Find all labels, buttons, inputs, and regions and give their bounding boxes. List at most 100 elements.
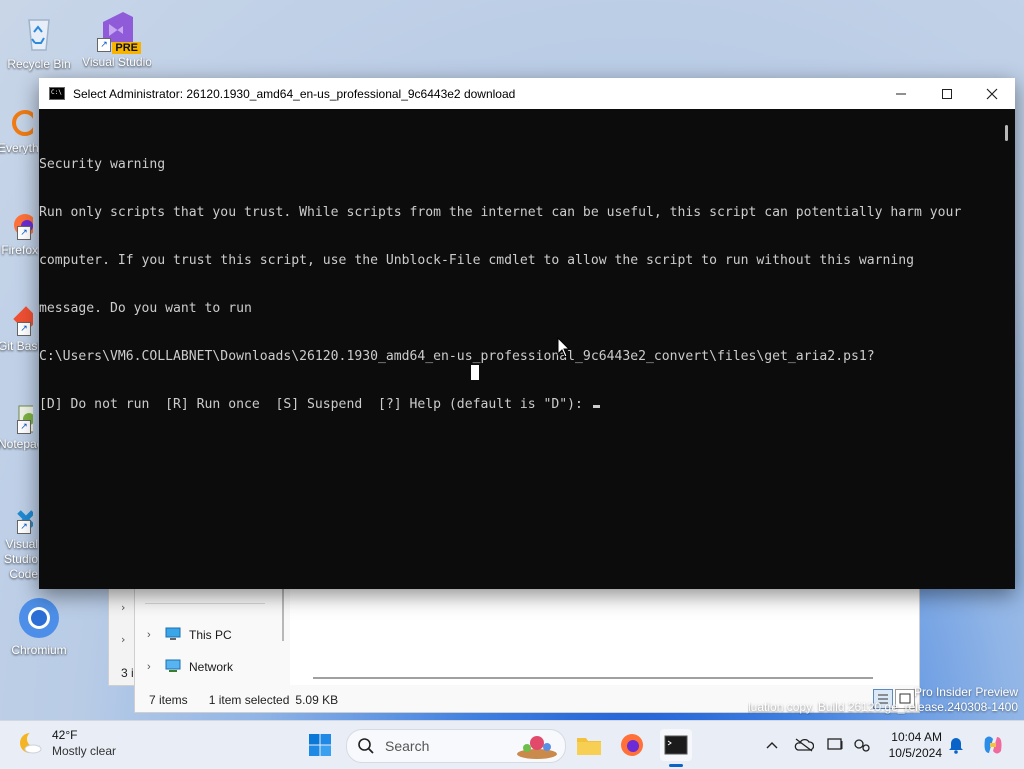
taskbar-terminal[interactable]: [660, 729, 692, 767]
desktop-icon-label: Everything: [0, 141, 38, 155]
evaluation-watermark: Pro Insider Preview Evaluation copy. Bui…: [748, 685, 1018, 715]
console-window: Select Administrator: 26120.1930_amd64_e…: [39, 78, 1015, 589]
recycle-bin-icon: [17, 10, 61, 54]
system-clock[interactable]: 10:04 AM 10/5/2024: [880, 729, 942, 761]
weather-condition: Mostly clear: [52, 744, 117, 758]
horizontal-scrollbar[interactable]: [313, 677, 873, 679]
close-button[interactable]: [969, 78, 1015, 109]
network-status[interactable]: [852, 735, 872, 755]
nav-item-label: Network: [189, 660, 234, 674]
terminal-icon: [664, 735, 688, 755]
chromium-icon: [17, 596, 61, 640]
selection-count: 1 item selected: [208, 693, 290, 707]
vscode-icon: ↗: [3, 504, 35, 534]
taskbar-search[interactable]: Search: [346, 729, 566, 763]
active-app-indicator: [669, 764, 683, 767]
nav-item-network[interactable]: › Network: [147, 656, 233, 678]
window-title: Select Administrator: 26120.1930_amd64_e…: [73, 86, 516, 101]
firefox-icon: ↗: [3, 210, 36, 240]
copilot-button[interactable]: [980, 735, 1006, 755]
clock-time: 10:04 AM: [891, 730, 942, 744]
search-placeholder: Search: [385, 738, 430, 754]
nav-item-label: This PC: [189, 628, 232, 642]
weather-temperature: 42°F: [52, 728, 78, 742]
desktop-icon-label: Visual Studio 2022 Preview: [82, 55, 152, 69]
mouse-pointer-icon: [557, 337, 571, 358]
network-icon: [165, 659, 181, 676]
onedrive-status[interactable]: [794, 735, 814, 755]
item-count-partial: 3 i: [121, 666, 134, 680]
file-list-area: [290, 589, 919, 685]
terminal-output[interactable]: Security warning Run only scripts that y…: [39, 109, 999, 589]
nav-chevron-icon: ›: [121, 601, 126, 614]
terminal-line: Security warning: [39, 157, 166, 172]
shortcut-arrow-icon: ↗: [17, 420, 31, 434]
minimize-button[interactable]: [878, 78, 924, 109]
desktop-icon-vscode[interactable]: ↗ Visual Studio Code: [0, 504, 38, 582]
minimize-icon: [896, 93, 906, 94]
taskbar-file-explorer[interactable]: [573, 729, 605, 761]
taskbar-firefox[interactable]: [616, 729, 648, 761]
desktop-icon-label: Git Bash: [0, 339, 38, 353]
search-icon: [358, 738, 374, 754]
clock-date: 10/5/2024: [888, 746, 942, 760]
scrollbar-thumb[interactable]: [1005, 125, 1008, 141]
bell-icon: [949, 738, 963, 754]
shortcut-arrow-icon: ↗: [17, 226, 31, 240]
desktop-icon-visual-studio[interactable]: PRE ↗ Visual Studio 2022 Preview: [82, 8, 152, 69]
shortcut-arrow-icon: ↗: [17, 520, 31, 534]
watermark-line: Pro Insider Preview: [913, 685, 1018, 699]
display-status[interactable]: [826, 735, 846, 755]
desktop-icon-label: Firefox: [1, 243, 38, 257]
chevron-right-icon[interactable]: ›: [147, 629, 157, 641]
notifications-button[interactable]: [946, 735, 966, 755]
desktop-icon-label: Chromium: [11, 643, 67, 657]
terminal-line: computer. If you trust this script, use …: [39, 253, 915, 268]
selection-size: 5.09 KB: [295, 693, 339, 707]
windows-logo-icon: [309, 734, 331, 756]
nav-divider: [145, 603, 265, 604]
close-icon: [986, 88, 998, 99]
desktop-icon-label: Visual Studio Code: [3, 537, 38, 581]
console-app-icon[interactable]: [49, 87, 65, 100]
monitor-icon: [165, 627, 181, 644]
desktop-icon-everything[interactable]: Everything: [0, 108, 38, 155]
maximize-button[interactable]: [924, 78, 970, 109]
monitor-icon: [827, 738, 843, 750]
weather-widget[interactable]: 42°F Mostly clear: [16, 727, 116, 759]
chevron-up-icon: [766, 742, 778, 749]
everything-icon: [3, 108, 38, 138]
terminal-prompt-line[interactable]: [D] Do not run [R] Run once [S] Suspend …: [39, 397, 999, 413]
desktop-icon-git-bash[interactable]: ↗ Git Bash: [0, 306, 38, 353]
desktop-icon-label: Recycle Bin: [7, 57, 71, 71]
execution-policy-prompt: [D] Do not run [R] Run once [S] Suspend …: [39, 397, 591, 412]
network-disconnected-icon: [854, 739, 870, 752]
block-cursor: [471, 365, 479, 380]
notepad-plus-plus-icon: ↗: [3, 404, 36, 434]
desktop-icon-chromium[interactable]: Chromium: [4, 596, 74, 657]
maximize-icon: [942, 88, 952, 99]
chevron-right-icon[interactable]: ›: [147, 661, 157, 673]
desktop-icon-recycle-bin[interactable]: Recycle Bin: [4, 10, 74, 71]
taskbar: 42°F Mostly clear Search 10:04 AM 10/5/2…: [0, 720, 1024, 769]
search-highlight-icon: [517, 736, 557, 759]
desktop-icon-label: Notepad++: [0, 437, 38, 451]
copilot-icon: [984, 736, 1002, 754]
folder-icon: [577, 738, 601, 755]
nav-pane-scrollbar[interactable]: [282, 589, 284, 641]
terminal-line: Run only scripts that you trust. While s…: [39, 205, 962, 220]
desktop-icon-firefox[interactable]: ↗ Firefox: [0, 210, 38, 257]
title-bar[interactable]: Select Administrator: 26120.1930_amd64_e…: [39, 78, 1015, 109]
vertical-scrollbar[interactable]: [999, 109, 1015, 589]
desktop-icon-notepad[interactable]: ↗ Notepad++: [0, 404, 38, 451]
nav-item-this-pc[interactable]: › This PC: [147, 624, 232, 646]
shortcut-arrow-icon: ↗: [97, 38, 111, 52]
nav-chevron-icon: ›: [121, 633, 126, 646]
watermark-line: Evaluation copy. Build 26120.ge_release.…: [748, 700, 1018, 714]
start-button[interactable]: [304, 729, 336, 761]
navigation-pane: › This PC › Network: [135, 589, 283, 685]
firefox-icon: [621, 734, 643, 756]
show-hidden-icons-button[interactable]: [762, 735, 782, 755]
git-bash-icon: ↗: [3, 306, 38, 336]
preview-badge: PRE: [112, 42, 141, 54]
